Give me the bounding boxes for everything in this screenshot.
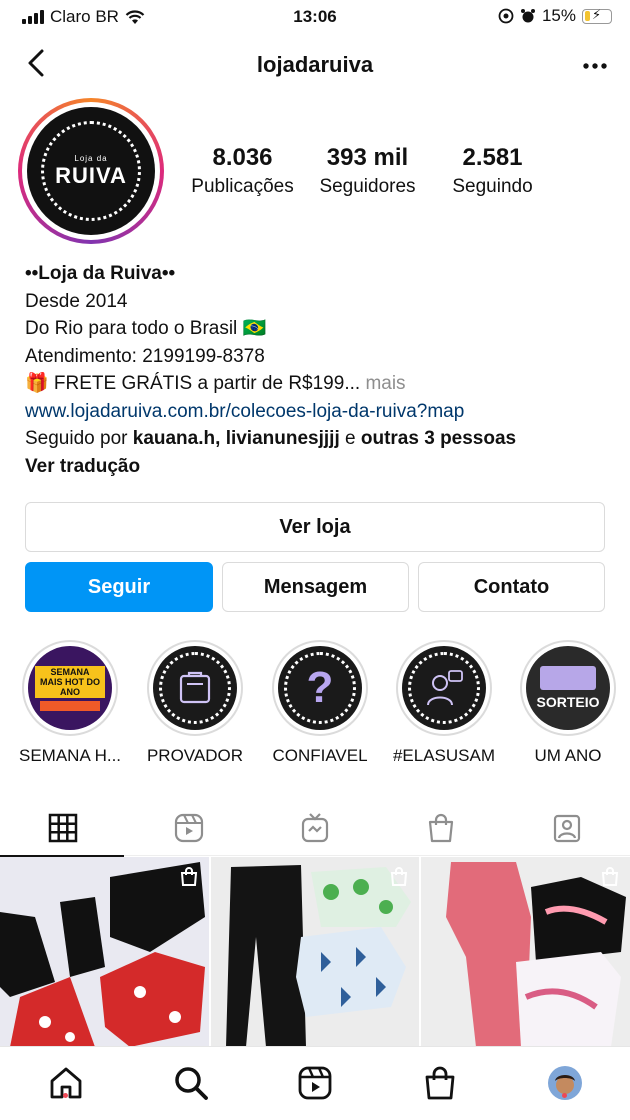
highlight-um-ano[interactable]: SORTEIO UM ANO: [506, 640, 630, 766]
highlight-cover: SORTEIO: [526, 646, 610, 730]
more-icon: [583, 63, 607, 69]
bio-line: Desde 2014: [25, 290, 128, 312]
alarm-icon: [520, 9, 535, 23]
status-bar: Claro BR 13:06 15% ⚡: [0, 0, 630, 36]
highlight-cover: ?: [278, 646, 362, 730]
post-image: [226, 865, 411, 1047]
highlight-elasusam[interactable]: #ELASUSAM: [382, 640, 506, 766]
stat-followers-count: 393 mil: [326, 144, 409, 171]
stat-following-count: 2.581: [462, 144, 523, 171]
avatar-logo: Loja da RUIVA: [27, 107, 155, 235]
bottom-navigation: [0, 1046, 630, 1120]
followed-by[interactable]: Seguido por kauana.h, livianunesjjjj e o…: [25, 425, 615, 453]
shopping-tag-icon: [390, 867, 408, 886]
highlight-cover-text: SEMANA MAIS HOT DO ANO: [35, 665, 105, 698]
tab-tagged[interactable]: [504, 800, 630, 856]
home-notification-dot: [63, 1093, 68, 1098]
bio-more-link[interactable]: mais: [365, 373, 405, 394]
post-thumbnail[interactable]: [421, 857, 630, 1047]
highlight-semana-hot[interactable]: SEMANA MAIS HOT DO ANO SEMANA H...: [8, 640, 132, 766]
tagged-icon: [553, 814, 581, 843]
followed-user: livianunesjjjj: [225, 428, 340, 449]
tab-posts-grid[interactable]: [0, 800, 126, 857]
stat-posts-label: Publicações: [191, 176, 294, 197]
followed-others: outras 3 pessoas: [360, 428, 517, 449]
highlight-label: SEMANA H...: [18, 746, 122, 765]
stat-followers-label: Seguidores: [319, 176, 416, 197]
profile-notification-dot: [562, 1093, 567, 1098]
profile-bio: ••Loja da Ruiva•• Desde 2014 Do Rio para…: [25, 260, 615, 480]
highlight-label: #ELASUSAM: [392, 746, 496, 765]
message-button[interactable]: Mensagem: [222, 562, 409, 612]
post-image: [0, 862, 205, 1047]
battery-percent: 15%: [541, 6, 576, 25]
stat-followers[interactable]: 393 mil Seguidores: [305, 144, 430, 198]
stat-posts-count: 8.036: [212, 144, 273, 171]
highlight-provador[interactable]: PROVADOR: [133, 640, 257, 766]
reels-icon: [174, 813, 204, 843]
orientation-lock-icon: [498, 8, 514, 24]
highlight-cover: [402, 646, 486, 730]
more-options-button[interactable]: [582, 50, 608, 76]
view-shop-button[interactable]: Ver loja: [25, 502, 605, 552]
stat-following-label: Seguindo: [452, 176, 533, 197]
follow-button[interactable]: Seguir: [25, 562, 213, 612]
story-highlights: SEMANA MAIS HOT DO ANO SEMANA H... PROVA…: [0, 640, 630, 770]
highlight-cover: SEMANA MAIS HOT DO ANO: [28, 646, 112, 730]
battery-icon: ⚡: [582, 7, 612, 24]
shopping-bag-icon: [428, 813, 454, 843]
highlight-cover-text: SORTEIO: [536, 694, 600, 710]
stat-posts[interactable]: 8.036 Publicações: [180, 144, 305, 198]
highlight-label: UM ANO: [534, 746, 602, 765]
highlight-confiavel[interactable]: ? CONFIAVEL: [258, 640, 382, 766]
nav-shop[interactable]: [420, 1063, 460, 1103]
posts-grid: [0, 857, 630, 1047]
bio-website-link[interactable]: www.lojadaruiva.com.br/colecoes-loja-da-…: [25, 398, 615, 426]
stat-following[interactable]: 2.581 Seguindo: [430, 144, 555, 198]
profile-stats: 8.036 Publicações 393 mil Seguidores 2.5…: [180, 144, 620, 198]
shopping-tag-icon: [601, 867, 619, 886]
bio-line: Do Rio para todo o Brasil 🇧🇷: [25, 318, 267, 339]
post-image: [446, 862, 626, 1047]
search-icon: [175, 1067, 208, 1100]
profile-tabs: [0, 800, 630, 857]
grid-icon: [48, 813, 78, 843]
bio-line: Atendimento: 2199199-8378: [25, 345, 265, 367]
shopping-bag-icon: [425, 1066, 455, 1100]
igtv-icon: [301, 813, 329, 843]
followed-user: kauana.h: [132, 428, 216, 449]
tab-igtv[interactable]: [252, 800, 378, 856]
reels-icon: [298, 1066, 332, 1100]
see-translation-link[interactable]: Ver tradução: [25, 453, 615, 481]
post-thumbnail[interactable]: [211, 857, 419, 1047]
page-title: lojadaruiva: [256, 52, 374, 77]
followed-comma: ,: [215, 428, 221, 449]
profile-name: ••Loja da Ruiva••: [25, 263, 176, 284]
profile-avatar[interactable]: Loja da RUIVA: [18, 98, 164, 244]
highlight-cover: [153, 646, 237, 730]
nav-search[interactable]: [171, 1063, 211, 1103]
tab-reels[interactable]: [126, 800, 252, 856]
contact-button[interactable]: Contato: [418, 562, 605, 612]
bio-line-promo: 🎁 FRETE GRÁTIS a partir de R$199... mais: [25, 370, 615, 398]
highlight-label: CONFIAVEL: [272, 746, 368, 765]
followed-by-prefix: Seguido por: [25, 428, 128, 449]
profile-header: lojadaruiva: [0, 40, 630, 90]
followed-and: e: [345, 428, 356, 449]
nav-reels[interactable]: [295, 1063, 335, 1103]
highlight-label: PROVADOR: [146, 746, 244, 765]
shopping-tag-icon: [180, 867, 198, 886]
bio-promo-text: 🎁 FRETE GRÁTIS a partir de R$199...: [25, 373, 361, 394]
tab-shop[interactable]: [378, 800, 504, 856]
status-right: 15% ⚡: [498, 6, 612, 26]
post-thumbnail[interactable]: [0, 857, 209, 1047]
